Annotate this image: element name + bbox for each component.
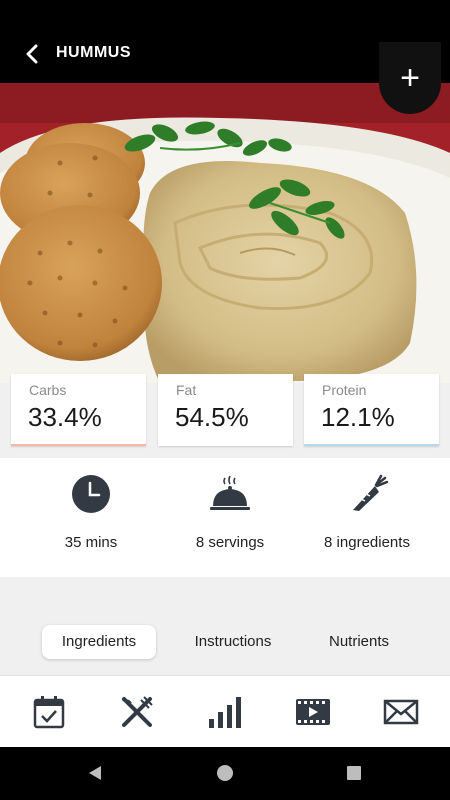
- prep-time: 35 mins: [16, 458, 166, 577]
- fork-knife-icon: [122, 696, 153, 727]
- carbs-card: Carbs 33.4%: [11, 374, 146, 446]
- clock-icon: [72, 475, 110, 513]
- system-navigation-bar: [0, 747, 450, 800]
- bottom-navigation: [0, 675, 450, 748]
- circle-home-icon: [217, 765, 233, 781]
- nav-stats[interactable]: [207, 694, 243, 730]
- recipe-tabs: Ingredients Instructions Nutrients: [0, 620, 450, 664]
- tab-ingredients[interactable]: Ingredients: [42, 625, 156, 659]
- back-button[interactable]: [18, 40, 46, 68]
- carbs-accent-bar: [11, 444, 146, 446]
- ingredients-count: 8 ingredients: [292, 458, 442, 577]
- carrot-icon: [353, 474, 389, 511]
- protein-accent-bar: [304, 444, 439, 446]
- nav-videos[interactable]: [295, 694, 331, 730]
- tab-instructions[interactable]: Instructions: [176, 625, 290, 659]
- fat-value: 54.5%: [175, 402, 249, 432]
- fat-accent-bar: [158, 444, 293, 446]
- system-home-button[interactable]: [214, 762, 236, 784]
- prep-time-text: 35 mins: [64, 534, 118, 551]
- tab-nutrients[interactable]: Nutrients: [302, 625, 416, 659]
- carbs-label: Carbs: [29, 382, 67, 398]
- plus-icon: +: [400, 59, 420, 97]
- serving-dish-icon: [210, 475, 250, 510]
- bar-chart-icon: [209, 697, 241, 728]
- page-title: HUMMUS: [56, 44, 131, 61]
- servings: 8 servings: [155, 458, 305, 577]
- recipe-image: [0, 83, 450, 383]
- system-back-button[interactable]: [84, 762, 106, 784]
- system-recents-button[interactable]: [343, 762, 365, 784]
- servings-text: 8 servings: [195, 534, 265, 551]
- nav-messages[interactable]: [383, 694, 419, 730]
- envelope-icon: [383, 699, 419, 725]
- protein-value: 12.1%: [321, 402, 395, 432]
- square-recents-icon: [347, 766, 361, 780]
- nav-recipes[interactable]: [119, 694, 155, 730]
- carbs-value: 33.4%: [28, 402, 102, 432]
- chevron-left-icon: [26, 44, 38, 64]
- ingredients-count-text: 8 ingredients: [324, 534, 410, 551]
- triangle-back-icon: [89, 766, 101, 780]
- add-button[interactable]: +: [379, 42, 441, 114]
- nav-calendar[interactable]: [31, 694, 67, 730]
- protein-card: Protein 12.1%: [304, 374, 439, 446]
- film-icon: [296, 699, 330, 725]
- calendar-check-icon: [33, 696, 65, 729]
- fat-card: Fat 54.5%: [158, 374, 293, 446]
- protein-label: Protein: [322, 382, 367, 398]
- recipe-info-panel: 35 mins 8 servings 8 ingredients: [0, 458, 450, 577]
- fat-label: Fat: [176, 382, 197, 398]
